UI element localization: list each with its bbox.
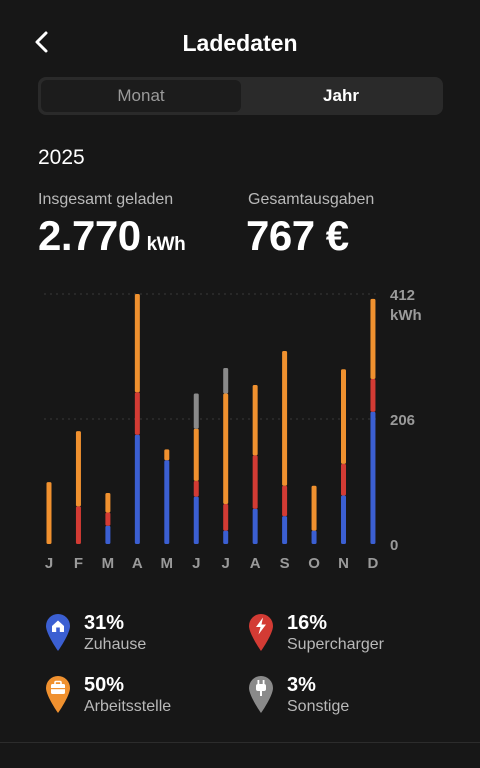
y-tick-label: 412 bbox=[390, 287, 415, 304]
legend-home-pct: 31% bbox=[84, 612, 125, 634]
total-charged-label: Insgesamt geladen bbox=[38, 191, 174, 208]
bar-segment bbox=[193, 480, 199, 497]
bar-segment bbox=[370, 298, 376, 379]
legend-item-home: 31% Zuhause bbox=[44, 612, 244, 660]
legend-other-name: Sonstige bbox=[287, 698, 350, 715]
legend-item-supercharger: 16% Supercharger bbox=[247, 612, 447, 660]
bar-segment bbox=[282, 351, 288, 486]
home-icon bbox=[46, 614, 70, 651]
x-tick-label: M bbox=[102, 555, 115, 570]
bar-segment bbox=[370, 411, 376, 544]
bar-segment bbox=[134, 392, 140, 435]
legend-item-work: 50% Arbeitsstelle bbox=[44, 674, 244, 722]
legend-work-pct: 50% bbox=[84, 674, 125, 696]
y-tick-label: 206 bbox=[390, 412, 415, 429]
x-tick-label: A bbox=[132, 555, 143, 570]
charging-bar-chart: 412 206 0 kWh J F M A M J J A S O N D bbox=[44, 287, 422, 570]
bar-segment bbox=[252, 385, 258, 456]
bar-segment bbox=[193, 428, 199, 481]
legend-supercharger-name: Supercharger bbox=[287, 636, 384, 653]
legend-item-other: 3% Sonstige bbox=[247, 674, 447, 722]
x-tick-label: O bbox=[308, 555, 320, 570]
bottom-divider bbox=[0, 742, 480, 743]
bar-segment bbox=[341, 463, 346, 496]
y-unit-label: kWh bbox=[390, 307, 422, 324]
page-title: Ladedaten bbox=[182, 30, 298, 56]
total-charged-value: 2.770 kWh bbox=[38, 212, 186, 260]
lightning-icon bbox=[249, 614, 273, 651]
legend-supercharger-pct: 16% bbox=[287, 612, 328, 634]
bar-segment bbox=[105, 525, 111, 544]
bar-segment bbox=[282, 516, 288, 544]
bar-segment bbox=[370, 378, 376, 412]
bar-segment bbox=[164, 460, 170, 544]
bar-segment bbox=[164, 449, 170, 461]
x-tick-label: J bbox=[192, 555, 200, 570]
x-tick-label: J bbox=[222, 555, 230, 570]
x-tick-label: A bbox=[250, 555, 261, 570]
tab-jahr[interactable]: Jahr bbox=[241, 80, 441, 112]
total-charged-number: 2.770 bbox=[38, 212, 141, 259]
bar-segment bbox=[311, 530, 317, 544]
y-tick-label: 0 bbox=[390, 537, 398, 554]
bar-segment bbox=[134, 434, 140, 544]
period-segmented-control: Monat Jahr bbox=[38, 77, 443, 115]
x-tick-label: J bbox=[45, 555, 53, 570]
bar-segment bbox=[193, 393, 199, 429]
x-tick-label: S bbox=[280, 555, 290, 570]
legend-work-name: Arbeitsstelle bbox=[84, 698, 172, 715]
bar-segment bbox=[311, 485, 317, 531]
bar-segment bbox=[75, 506, 81, 544]
bar-segment bbox=[252, 508, 258, 544]
bar-segment bbox=[193, 496, 199, 544]
bar-segment bbox=[341, 495, 346, 544]
bar-segment bbox=[223, 503, 229, 531]
legend-home-name: Zuhause bbox=[84, 636, 147, 653]
year-label: 2025 bbox=[38, 146, 85, 169]
header: Ladedaten bbox=[0, 0, 480, 86]
bar-segment bbox=[341, 369, 346, 464]
bar-segment bbox=[223, 368, 229, 394]
legend-other-pct: 3% bbox=[287, 674, 316, 696]
total-charged-unit: kWh bbox=[146, 234, 186, 255]
total-cost-value: 767 € bbox=[246, 212, 349, 259]
x-tick-label: D bbox=[368, 555, 379, 570]
bar-segment bbox=[252, 455, 258, 509]
bar-segment bbox=[105, 512, 111, 526]
x-tick-label: N bbox=[338, 555, 349, 570]
bar-segment bbox=[105, 493, 111, 513]
bar-segment bbox=[75, 431, 81, 507]
total-cost-label: Gesamtausgaben bbox=[248, 191, 375, 208]
plug-icon bbox=[249, 676, 273, 713]
briefcase-icon bbox=[46, 676, 70, 713]
x-tick-label: M bbox=[161, 555, 174, 570]
x-tick-label: F bbox=[74, 555, 83, 570]
bar-segment bbox=[223, 530, 229, 544]
bar-segment bbox=[223, 393, 229, 504]
tab-monat[interactable]: Monat bbox=[41, 80, 241, 112]
bar-segment bbox=[134, 294, 140, 393]
bar-segment bbox=[46, 482, 52, 544]
bar-segment bbox=[282, 485, 288, 517]
